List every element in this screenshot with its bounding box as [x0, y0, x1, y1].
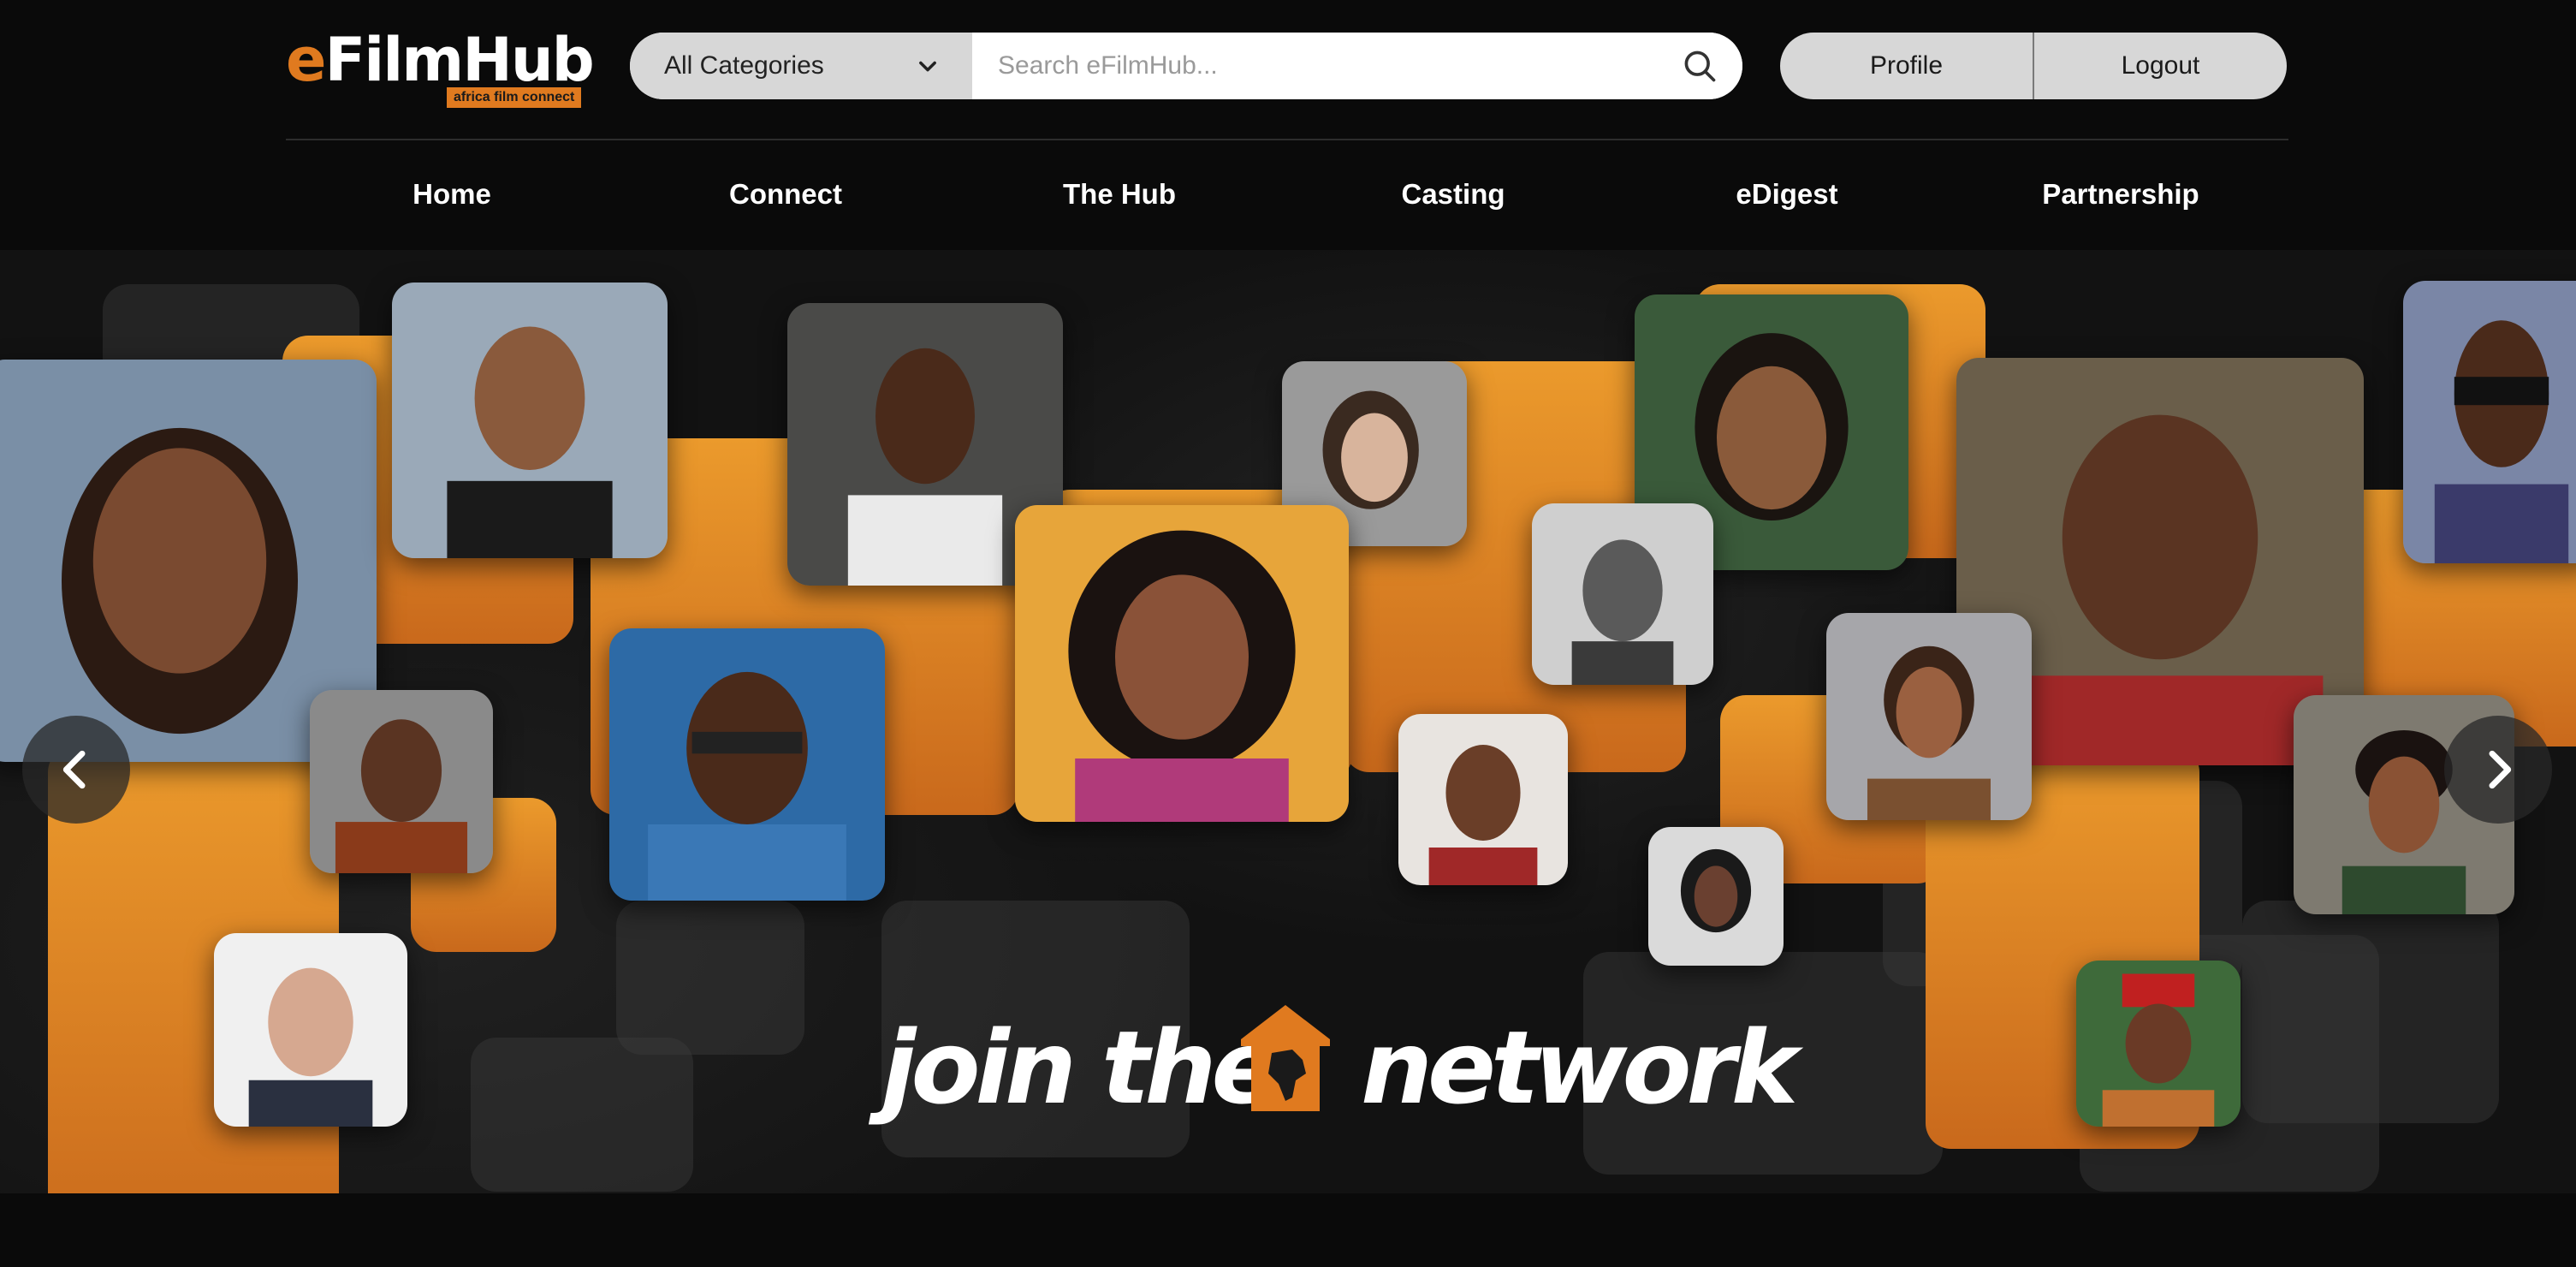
- efilmhub-logo[interactable]: eFilmHub africa film connect: [286, 24, 595, 108]
- bg-tile: [471, 1038, 693, 1192]
- actor-portrait: [2403, 281, 2576, 563]
- chevron-left-icon: [62, 750, 86, 789]
- actor-portrait: [1015, 505, 1349, 822]
- logo-wordmark: eFilmHub: [286, 25, 595, 95]
- hero-carousel: join the network: [0, 250, 2576, 1193]
- chevron-right-icon: [2489, 750, 2512, 789]
- nav-edigest[interactable]: eDigest: [1736, 168, 1837, 221]
- banner-text-network: network: [1361, 1008, 1798, 1127]
- account-actions: Profile Logout: [1780, 33, 2287, 99]
- search-button[interactable]: [1657, 33, 1742, 99]
- nav-casting[interactable]: Casting: [1401, 168, 1505, 221]
- site-header: eFilmHub africa film connect All Categor…: [0, 0, 2576, 250]
- nav-connect[interactable]: Connect: [729, 168, 842, 221]
- carousel-prev-button[interactable]: [22, 716, 130, 824]
- logout-button[interactable]: Logout: [2034, 33, 2287, 99]
- hub-house-africa-icon: [1241, 1005, 1330, 1111]
- main-nav: Home Connect The Hub Casting eDigest Par…: [286, 168, 2288, 221]
- nav-the-hub[interactable]: The Hub: [1063, 168, 1176, 221]
- profile-button[interactable]: Profile: [1780, 33, 2033, 99]
- actor-portrait: [1826, 613, 2032, 820]
- actor-portrait: [609, 628, 885, 901]
- search-icon: [1684, 51, 1716, 82]
- search-bar: All Categories: [630, 33, 1742, 99]
- carousel-next-button[interactable]: [2444, 716, 2552, 824]
- header-divider: [286, 139, 2288, 140]
- nav-home[interactable]: Home: [413, 168, 491, 221]
- bg-tile: [616, 901, 804, 1055]
- actor-portrait: [310, 690, 493, 873]
- search-input[interactable]: [972, 33, 1657, 99]
- chevron-down-icon: [919, 61, 936, 72]
- actor-portrait: [1648, 827, 1784, 966]
- logo-tagline: africa film connect: [447, 87, 582, 108]
- actor-portrait: [214, 933, 407, 1127]
- actor-portrait: [392, 283, 668, 558]
- actor-portrait: [1532, 503, 1713, 685]
- actor-portrait: [2076, 961, 2241, 1127]
- category-select-label: All Categories: [664, 51, 824, 80]
- category-select[interactable]: All Categories: [630, 33, 972, 99]
- nav-partnership[interactable]: Partnership: [2042, 168, 2199, 221]
- banner-text-join-the: join the: [881, 1008, 1279, 1127]
- actor-portrait: [1398, 714, 1568, 885]
